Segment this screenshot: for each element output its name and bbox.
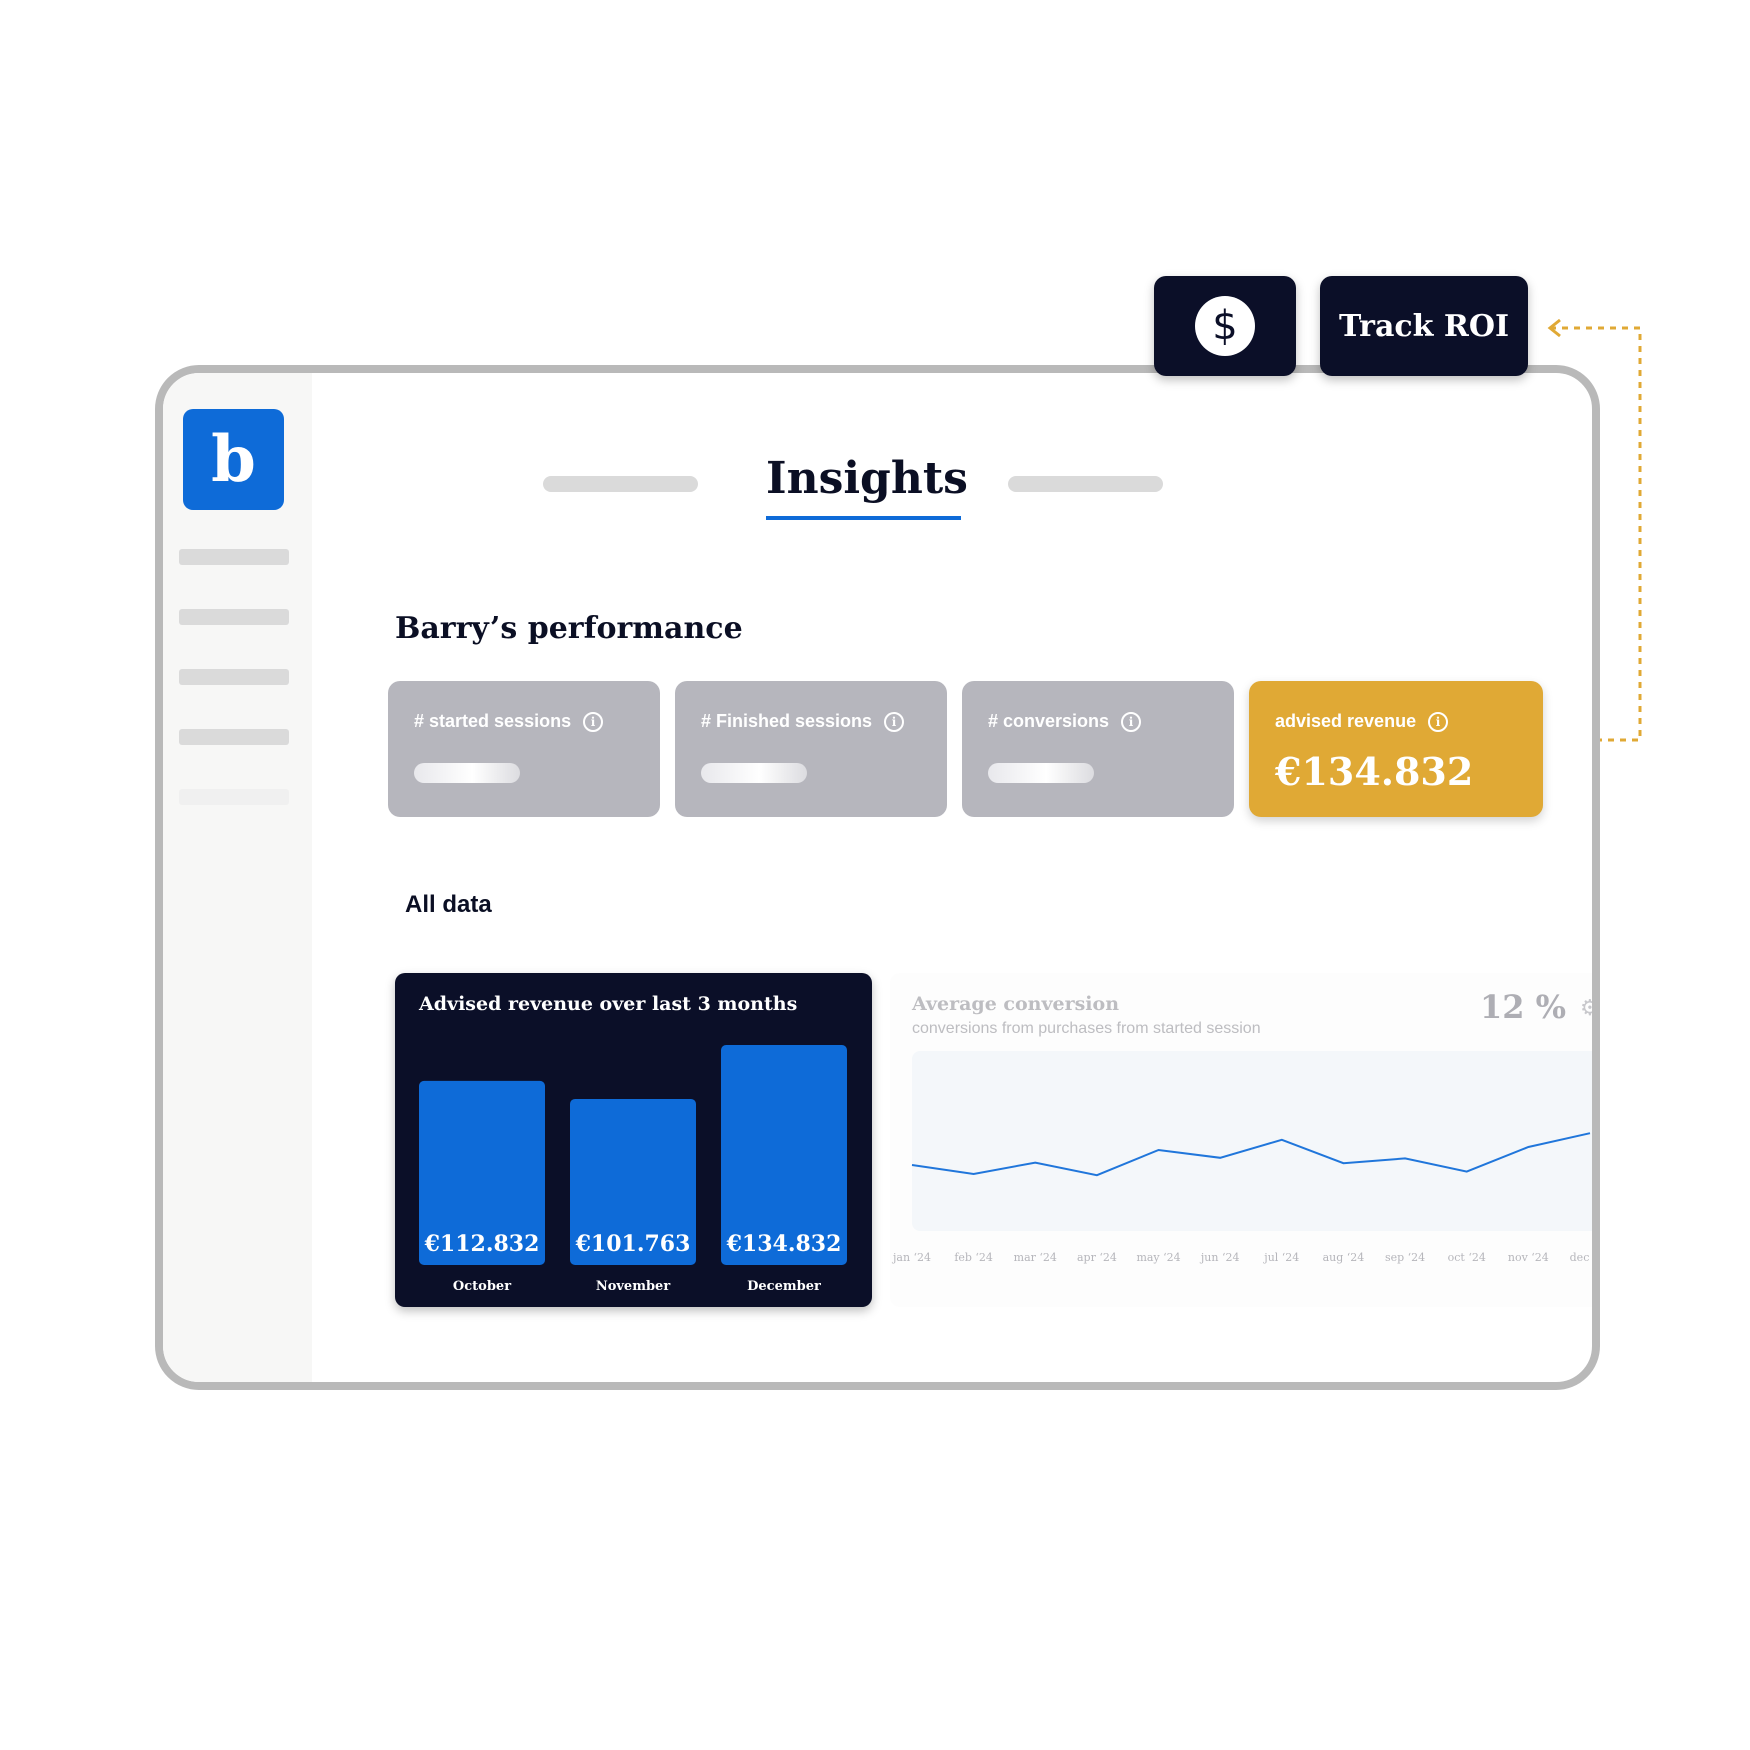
stat-label: # Finished sessions i <box>701 711 905 732</box>
sidebar-item[interactable] <box>179 549 289 565</box>
conversion-series-line <box>911 1132 1591 1177</box>
stat-card-conversions[interactable]: # conversions i <box>962 681 1234 817</box>
bar-category-label: December <box>747 1279 821 1294</box>
info-icon[interactable]: i <box>1121 711 1142 732</box>
stat-card-started-sessions[interactable]: # started sessions i <box>388 681 660 817</box>
x-tick-label: may ‘24 <box>1136 1251 1180 1264</box>
x-tick-label: feb ‘24 <box>954 1251 993 1264</box>
performance-title: Barry’s performance <box>395 611 743 646</box>
sidebar: b <box>163 373 312 1382</box>
bar-category-label: October <box>453 1279 511 1294</box>
app-window: b Insights Barry’s performance # started… <box>155 365 1600 1390</box>
x-tick-label: jun ‘24 <box>1199 1251 1240 1264</box>
sidebar-item[interactable] <box>179 669 289 685</box>
x-tick-label: mar ‘24 <box>1014 1251 1057 1264</box>
stat-label: # conversions i <box>988 711 1142 732</box>
track-roi-button[interactable]: Track ROI <box>1320 276 1528 376</box>
all-data-title: All data <box>405 891 492 918</box>
x-tick-label: apr ‘24 <box>1077 1251 1117 1264</box>
stat-label-text: advised revenue <box>1275 711 1417 731</box>
revenue-bar-chart-card[interactable]: Advised revenue over last 3 months €112.… <box>395 973 872 1307</box>
x-tick-label: oct ‘24 <box>1448 1251 1486 1264</box>
stat-label-text: # Finished sessions <box>701 711 873 731</box>
stat-label-text: # conversions <box>988 711 1110 731</box>
x-tick-label: aug ‘24 <box>1323 1251 1365 1264</box>
bar-value-label: €112.832 <box>424 1231 540 1257</box>
average-conversion-card[interactable]: Average conversion conversions from purc… <box>890 973 1600 1307</box>
info-icon[interactable]: i <box>1428 711 1449 732</box>
bar-value-label: €134.832 <box>726 1231 842 1257</box>
info-icon[interactable]: i <box>884 711 905 732</box>
stat-card-finished-sessions[interactable]: # Finished sessions i <box>675 681 947 817</box>
bar-value-label: €101.763 <box>575 1231 691 1257</box>
x-tick-label: dec ‘24 <box>1570 1251 1600 1264</box>
stat-card-advised-revenue[interactable]: advised revenue i €134.832 <box>1249 681 1543 817</box>
stat-value-placeholder <box>988 763 1094 783</box>
revenue-bar-chart: €112.832 October €101.763 November €134.832 D… <box>419 1045 847 1294</box>
tab-placeholder-left[interactable] <box>543 476 698 492</box>
x-tick-label: sep ‘24 <box>1385 1251 1425 1264</box>
tab-insights[interactable]: Insights <box>766 453 968 504</box>
sidebar-item[interactable] <box>179 789 289 805</box>
app-logo[interactable]: b <box>183 409 284 510</box>
sidebar-item[interactable] <box>179 729 289 745</box>
bar-category-label: November <box>596 1279 670 1294</box>
stat-label: # started sessions i <box>414 711 604 732</box>
stat-label-text: # started sessions <box>414 711 572 731</box>
stat-value-placeholder <box>701 763 807 783</box>
conversion-line-chart: jan ‘24 feb ‘24 mar ‘24 apr ‘24 may ‘24 jun ‘… <box>891 1132 1600 1264</box>
stat-label: advised revenue i <box>1275 711 1449 732</box>
x-tick-label: nov ‘24 <box>1508 1251 1549 1264</box>
x-tick-label: jul ‘24 <box>1262 1251 1299 1264</box>
dollar-button[interactable]: $ <box>1154 276 1296 376</box>
tab-placeholder-right[interactable] <box>1008 476 1163 492</box>
info-icon[interactable]: i <box>583 711 604 732</box>
tab-active-underline <box>766 516 961 520</box>
sidebar-item[interactable] <box>179 609 289 625</box>
stat-value-placeholder <box>414 763 520 783</box>
x-tick-label: jan ‘24 <box>891 1251 931 1264</box>
dollar-icon: $ <box>1195 296 1255 356</box>
advised-revenue-value: €134.832 <box>1275 749 1474 794</box>
